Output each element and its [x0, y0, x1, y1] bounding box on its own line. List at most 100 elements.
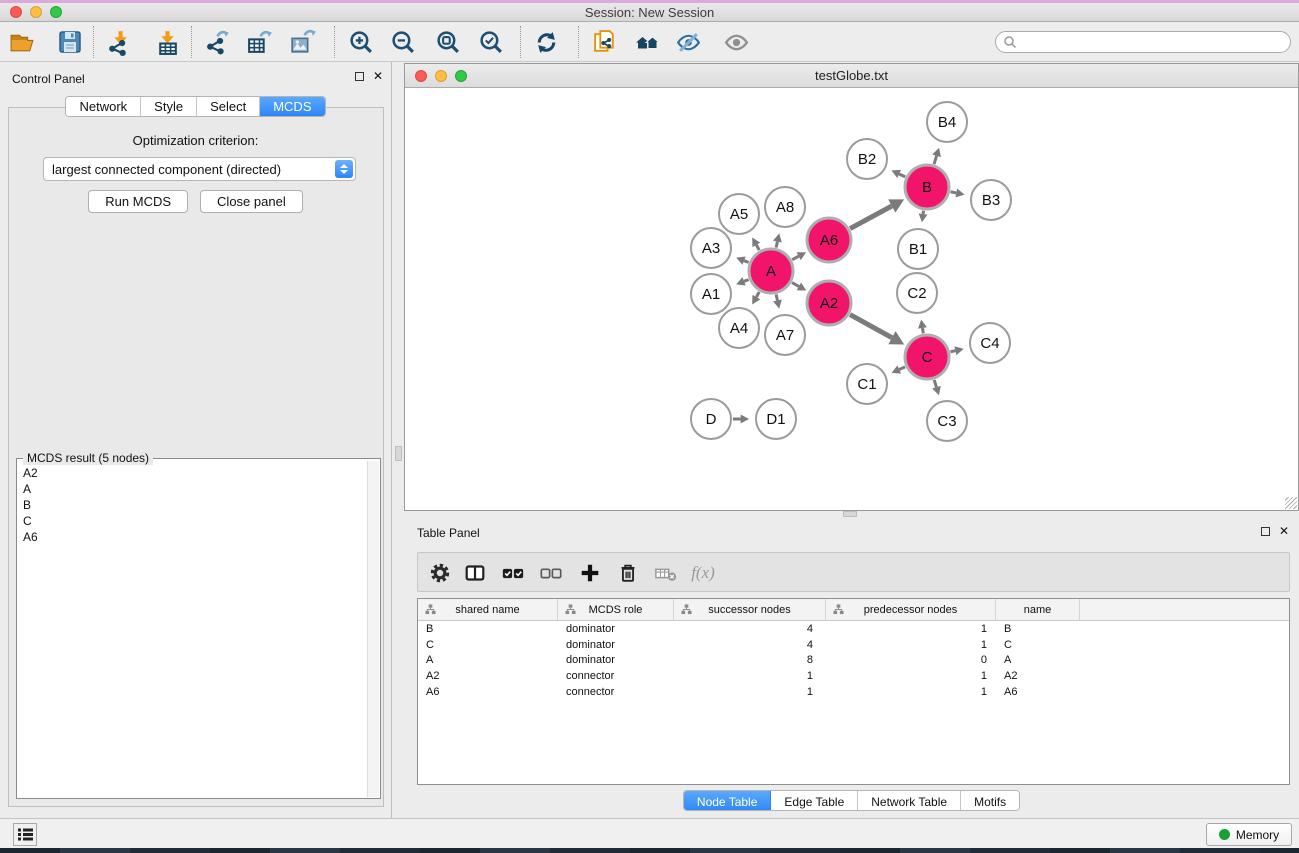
cell-name[interactable]: A2 [996, 668, 1080, 684]
list-item[interactable]: B [18, 497, 367, 513]
export-table-button[interactable] [244, 27, 274, 57]
cell-predecessor-nodes[interactable]: 1 [826, 637, 996, 653]
cell-shared-name[interactable]: A [418, 652, 558, 668]
export-image-button[interactable] [287, 27, 317, 57]
home-button[interactable] [633, 27, 663, 57]
network-canvas[interactable]: B4B2BB3A5A8A6B1A3AC2A1A2A4A7C4CC1C3DD1 [405, 89, 1298, 510]
table-settings-button[interactable] [427, 560, 453, 586]
cell-predecessor-nodes[interactable]: 1 [826, 684, 996, 700]
minimize-traffic-light[interactable] [435, 70, 447, 82]
cell-successor-nodes[interactable]: 4 [674, 621, 826, 637]
table-toolbar: f(x) [417, 552, 1290, 592]
horizontal-splitter-handle[interactable] [843, 511, 857, 517]
cell-predecessor-nodes[interactable]: 0 [826, 652, 996, 668]
svg-text:B3: B3 [982, 192, 1000, 209]
close-traffic-light[interactable] [415, 70, 427, 82]
float-panel-icon[interactable] [355, 72, 364, 81]
cell-successor-nodes[interactable]: 1 [674, 684, 826, 700]
zoom-out-button[interactable] [388, 27, 418, 57]
open-session-button[interactable] [7, 27, 37, 57]
cell-predecessor-nodes[interactable]: 1 [826, 621, 996, 637]
tab-select[interactable]: Select [197, 97, 260, 116]
search-field[interactable] [995, 31, 1291, 53]
float-panel-icon[interactable] [1261, 527, 1270, 536]
zoom-fit-button[interactable] [433, 27, 463, 57]
network-document-icon [592, 29, 619, 56]
cell-name[interactable]: A6 [996, 684, 1080, 700]
delete-table-button[interactable] [653, 560, 679, 586]
zoom-traffic-light[interactable] [455, 70, 467, 82]
export-network-button[interactable] [203, 27, 233, 57]
column-header-successor-nodes[interactable]: successor nodes [674, 599, 826, 620]
memory-status-icon [1219, 829, 1230, 840]
cell-mcds-role[interactable]: dominator [558, 652, 674, 668]
mcds-result-title: MCDS result (5 nodes) [23, 451, 153, 465]
list-scrollbar[interactable] [367, 461, 379, 797]
select-all-button[interactable] [500, 560, 526, 586]
function-builder-button[interactable]: f(x) [690, 560, 716, 586]
close-panel-icon[interactable]: ✕ [1279, 526, 1289, 536]
list-item[interactable]: A6 [18, 529, 367, 545]
hide-graphics-details-button[interactable] [673, 27, 703, 57]
tab-style[interactable]: Style [141, 97, 197, 116]
tab-network-table[interactable]: Network Table [858, 791, 961, 811]
deselect-all-button[interactable] [538, 560, 564, 586]
cell-successor-nodes[interactable]: 4 [674, 637, 826, 653]
tab-node-table[interactable]: Node Table [684, 791, 772, 811]
criterion-dropdown[interactable]: largest connected component (directed) [43, 157, 356, 181]
cell-shared-name[interactable]: C [418, 637, 558, 653]
import-table-icon [154, 29, 181, 56]
list-item[interactable]: A [18, 481, 367, 497]
zoom-selected-button[interactable] [476, 27, 506, 57]
tab-edge-table[interactable]: Edge Table [771, 791, 858, 811]
close-panel-icon[interactable]: ✕ [373, 71, 383, 81]
show-graphics-details-button[interactable] [721, 27, 751, 57]
column-header-predecessor-nodes[interactable]: predecessor nodes [826, 599, 996, 620]
run-mcds-button[interactable]: Run MCDS [88, 190, 188, 213]
cell-predecessor-nodes[interactable]: 1 [826, 668, 996, 684]
cell-successor-nodes[interactable]: 8 [674, 652, 826, 668]
cell-shared-name[interactable]: A6 [418, 684, 558, 700]
column-header-shared-name[interactable]: shared name [418, 599, 558, 620]
create-column-button[interactable] [577, 560, 603, 586]
show-column-button[interactable] [462, 560, 488, 586]
vertical-splitter-handle[interactable] [395, 446, 402, 461]
show-task-history-button[interactable] [13, 823, 37, 846]
import-table-button[interactable] [152, 27, 182, 57]
column-header-name[interactable]: name [996, 599, 1080, 620]
cell-shared-name[interactable]: B [418, 621, 558, 637]
cell-name[interactable]: C [996, 637, 1080, 653]
cell-mcds-role[interactable]: connector [558, 668, 674, 684]
network-graph[interactable]: B4B2BB3A5A8A6B1A3AC2A1A2A4A7C4CC1C3DD1 [405, 89, 1298, 512]
import-network-button[interactable] [103, 27, 133, 57]
cell-shared-name[interactable]: A2 [418, 668, 558, 684]
close-panel-button[interactable]: Close panel [200, 190, 303, 213]
vertical-splitter[interactable] [393, 62, 404, 818]
list-item[interactable]: C [18, 513, 367, 529]
refresh-button[interactable] [531, 27, 561, 57]
tab-mcds[interactable]: MCDS [260, 97, 324, 116]
cell-mcds-role[interactable]: connector [558, 684, 674, 700]
close-traffic-light[interactable] [10, 6, 22, 18]
cell-name[interactable]: B [996, 621, 1080, 637]
zoom-in-button[interactable] [346, 27, 376, 57]
window-resize-grip[interactable] [1285, 497, 1297, 509]
memory-button[interactable]: Memory [1206, 823, 1292, 846]
delete-columns-button[interactable] [615, 560, 641, 586]
cell-mcds-role[interactable]: dominator [558, 637, 674, 653]
cell-mcds-role[interactable]: dominator [558, 621, 674, 637]
search-input[interactable] [1022, 34, 1290, 50]
new-network-from-selection-button[interactable] [590, 27, 620, 57]
cell-successor-nodes[interactable]: 1 [674, 668, 826, 684]
save-session-button[interactable] [55, 27, 85, 57]
cell-name[interactable]: A [996, 652, 1080, 668]
horizontal-splitter[interactable] [404, 511, 1299, 518]
main-toolbar [0, 22, 1299, 62]
tab-network[interactable]: Network [66, 97, 141, 116]
list-item[interactable]: A2 [18, 465, 367, 481]
minimize-traffic-light[interactable] [30, 6, 42, 18]
zoom-traffic-light[interactable] [50, 6, 62, 18]
delete-table-icon [654, 561, 678, 585]
column-header-mcds-role[interactable]: MCDS role [558, 599, 674, 620]
tab-motifs[interactable]: Motifs [961, 791, 1019, 811]
